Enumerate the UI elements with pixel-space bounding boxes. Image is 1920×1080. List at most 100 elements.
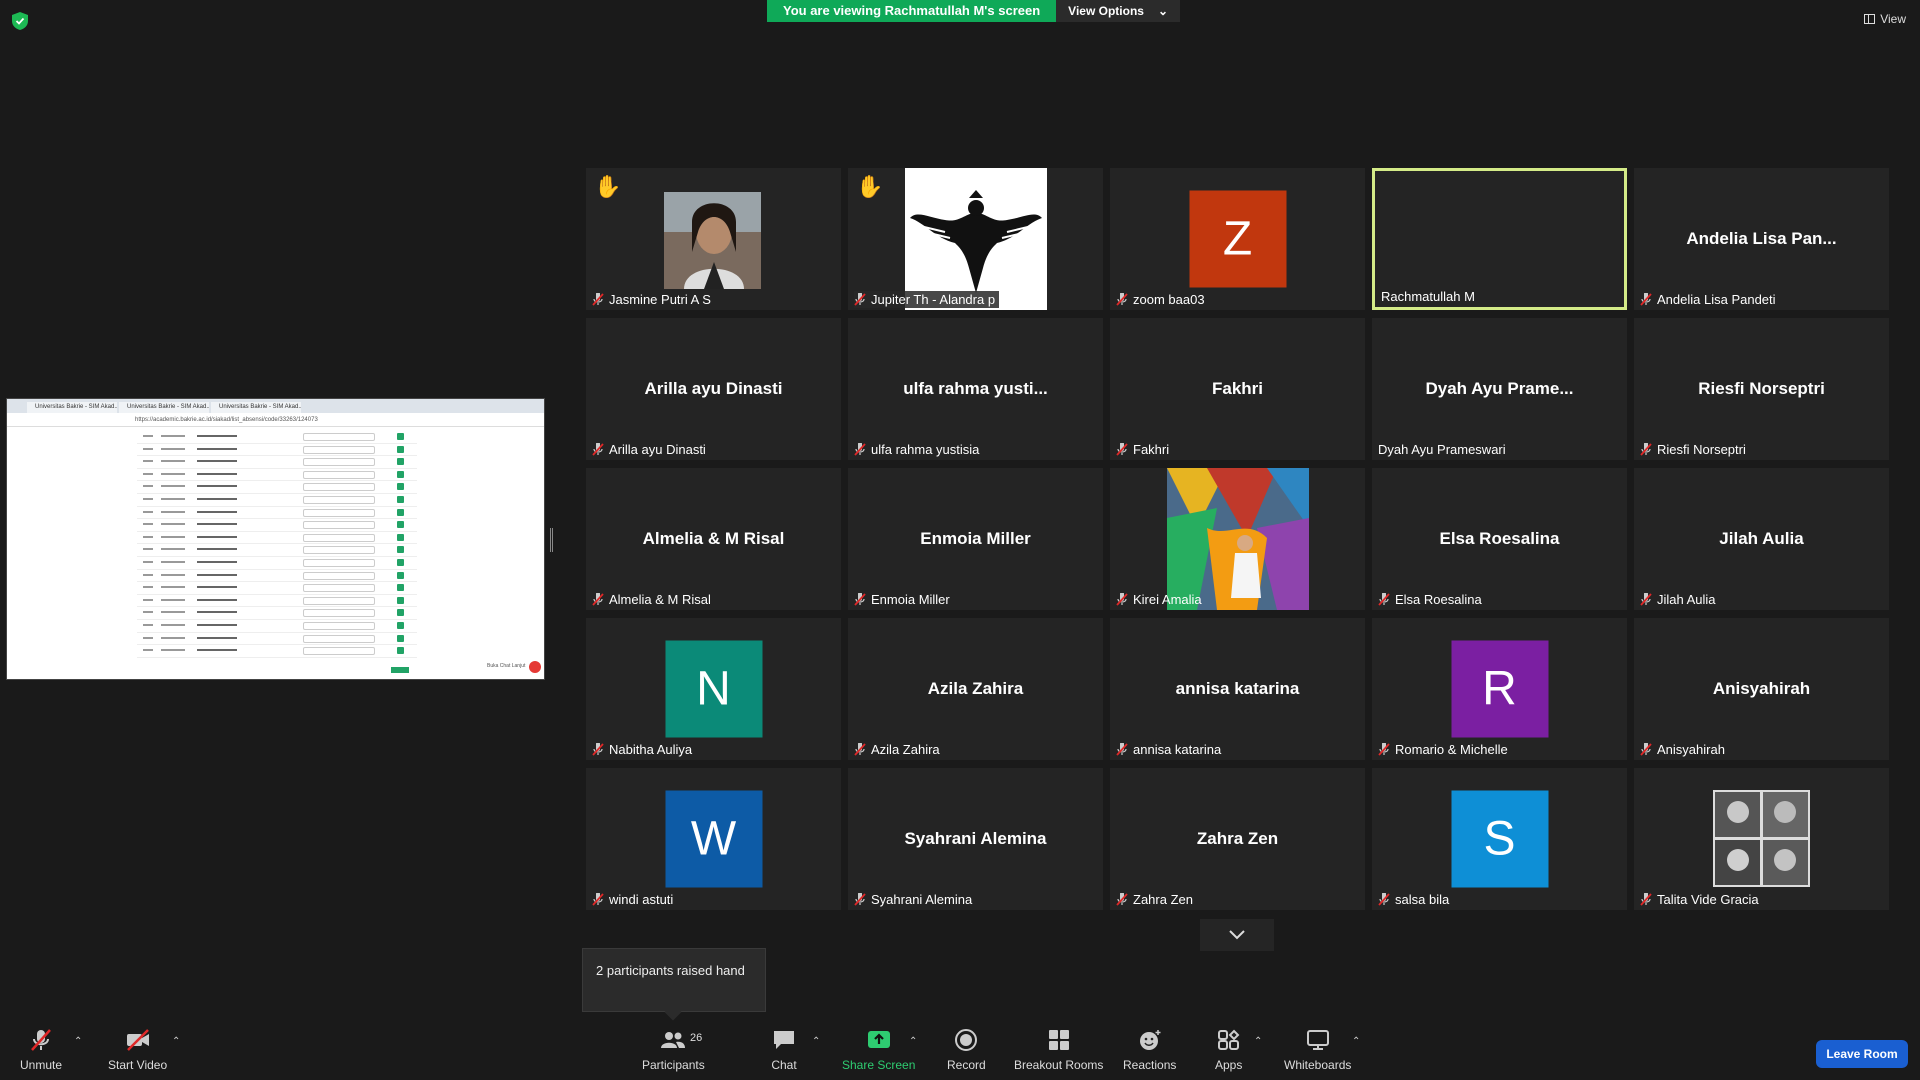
record-label: Record — [947, 1058, 986, 1072]
participant-name: Jasmine Putri A S — [609, 292, 711, 307]
participant-name: Azila Zahira — [871, 742, 940, 757]
participant-name: Jupiter Th - Alandra p — [871, 292, 996, 307]
whiteboards-button[interactable]: Whiteboards — [1284, 1028, 1351, 1072]
share-options-caret-icon[interactable]: ⌃ — [909, 1036, 917, 1047]
view-button[interactable]: View — [1864, 12, 1906, 26]
record-icon — [955, 1029, 978, 1051]
whiteboards-options-caret-icon[interactable]: ⌃ — [1352, 1036, 1360, 1047]
unmute-button[interactable]: Unmute — [20, 1028, 62, 1072]
participant-name-label: annisa katarina — [1116, 741, 1221, 758]
participant-avatar: R — [1451, 640, 1548, 738]
participant-tile[interactable]: N Nabitha Auliya — [586, 618, 841, 760]
grid-view-icon — [1864, 14, 1876, 24]
apps-button[interactable]: Apps — [1215, 1028, 1242, 1072]
resize-handle[interactable] — [550, 528, 553, 552]
chat-options-caret-icon[interactable]: ⌃ — [812, 1036, 820, 1047]
browser-tab[interactable]: Universitas Bakrie - SIM Akad... — [27, 402, 117, 413]
participant-tile[interactable]: R Romario & Michelle — [1372, 618, 1627, 760]
muted-mic-icon — [854, 443, 866, 456]
view-options-button[interactable]: View Options ⌄ — [1056, 0, 1181, 22]
start-video-button[interactable]: Start Video — [108, 1028, 167, 1072]
participant-tile[interactable]: Jilah Aulia Jilah Aulia — [1634, 468, 1889, 610]
meeting-toolbar: Unmute ⌃ Start Video ⌃ Participants 26 C… — [0, 1022, 1920, 1080]
participant-tile[interactable]: Anisyahirah Anisyahirah — [1634, 618, 1889, 760]
participant-photo — [664, 192, 761, 289]
next-page-button[interactable] — [1200, 919, 1274, 951]
participant-tile[interactable]: Elsa Roesalina Elsa Roesalina — [1372, 468, 1627, 610]
security-shield-icon[interactable] — [12, 12, 28, 30]
browser-tab-bar: Universitas Bakrie - SIM Akad... Univers… — [7, 399, 544, 413]
reactions-button[interactable]: Reactions — [1123, 1028, 1176, 1072]
participant-display-name: Riesfi Norseptri — [1698, 379, 1825, 398]
participant-tile[interactable]: Rachmatullah M — [1372, 168, 1627, 310]
participant-tile[interactable]: Zzoom baa03 — [1110, 168, 1365, 310]
participant-name-label: Dyah Ayu Prameswari — [1378, 441, 1506, 458]
record-button[interactable]: Record — [947, 1028, 986, 1072]
participant-tile[interactable]: Zahra Zen Zahra Zen — [1110, 768, 1365, 910]
table-row — [137, 582, 417, 595]
participant-tile[interactable]: Talita Vide Gracia — [1634, 768, 1889, 910]
browser-tab[interactable]: Universitas Bakrie - SIM Akad... — [211, 402, 301, 413]
participant-name: Fakhri — [1133, 442, 1170, 457]
participant-name: windi astuti — [609, 892, 674, 907]
chat-button[interactable]: Chat — [771, 1028, 797, 1072]
browser-url-bar[interactable]: https://academic.bakrie.ac.id/siakad/lis… — [7, 413, 544, 427]
leave-room-button[interactable]: Leave Room — [1816, 1040, 1908, 1068]
participant-tile[interactable]: Arilla ayu Dinasti Arilla ayu Dinasti — [586, 318, 841, 460]
participant-tile[interactable]: annisa katarina annisa katarina — [1110, 618, 1365, 760]
participant-tile[interactable]: Syahrani Alemina Syahrani Alemina — [848, 768, 1103, 910]
participant-name-label: Rachmatullah M — [1381, 288, 1475, 305]
participant-display-name: Jilah Aulia — [1719, 529, 1804, 548]
participant-tile[interactable]: Azila Zahira Azila Zahira — [848, 618, 1103, 760]
table-row — [137, 633, 417, 646]
participant-tile[interactable]: Almelia & M Risal Almelia & M Risal — [586, 468, 841, 610]
breakout-rooms-button[interactable]: Breakout Rooms — [1014, 1028, 1103, 1072]
participant-display-name: annisa katarina — [1175, 679, 1300, 698]
chat-bubble-icon[interactable] — [529, 661, 541, 673]
muted-mic-icon — [1116, 743, 1128, 756]
participant-tile[interactable]: Fakhri Fakhri — [1110, 318, 1365, 460]
participant-name: Arilla ayu Dinasti — [609, 442, 706, 457]
unmute-label: Unmute — [20, 1058, 63, 1072]
participant-tile[interactable]: ✋ Jasmine Putri A S — [586, 168, 841, 310]
participant-tile[interactable]: Dyah Ayu Prame... Dyah Ayu Prameswari — [1372, 318, 1627, 460]
participant-tile[interactable]: ✋ Jupiter Th - Alandra p — [848, 168, 1103, 310]
participant-name-label: Syahrani Alemina — [854, 891, 972, 908]
muted-mic-icon — [592, 443, 604, 456]
participant-tile[interactable]: Wwindi astuti — [586, 768, 841, 910]
participant-name-label: Jasmine Putri A S — [592, 291, 711, 308]
muted-mic-icon — [1378, 593, 1390, 606]
participant-display-name: Almelia & M Risal — [642, 529, 785, 548]
participant-tile[interactable]: Ssalsa bila — [1372, 768, 1627, 910]
apps-options-caret-icon[interactable]: ⌃ — [1254, 1036, 1262, 1047]
table-row — [137, 494, 417, 507]
participant-name: Andelia Lisa Pandeti — [1657, 292, 1776, 307]
chat-icon — [774, 1031, 794, 1049]
participant-name-label: Jupiter Th - Alandra p — [854, 291, 1000, 308]
audio-options-caret-icon[interactable]: ⌃ — [74, 1036, 82, 1047]
chat-link[interactable]: Buka Chat Lanjut — [487, 663, 525, 669]
leave-room-label: Leave Room — [1826, 1047, 1898, 1061]
participant-avatar: N — [665, 640, 762, 738]
participant-name-label: Almelia & M Risal — [592, 591, 711, 608]
participant-tile[interactable]: ulfa rahma yusti... ulfa rahma yustisia — [848, 318, 1103, 460]
participant-tile[interactable]: Enmoia Miller Enmoia Miller — [848, 468, 1103, 610]
participant-tile[interactable]: Kirei Amalia — [1110, 468, 1365, 610]
reactions-smiley-icon — [1139, 1030, 1161, 1050]
video-options-caret-icon[interactable]: ⌃ — [172, 1036, 180, 1047]
browser-tab[interactable]: Universitas Bakrie - SIM Akad... — [119, 402, 209, 413]
muted-mic-icon — [1116, 443, 1128, 456]
view-label: View — [1880, 12, 1906, 26]
shared-screen-view[interactable]: Universitas Bakrie - SIM Akad... Univers… — [6, 398, 545, 680]
muted-mic-icon — [592, 293, 604, 306]
muted-mic-icon — [1116, 893, 1128, 906]
muted-mic-icon — [1640, 443, 1652, 456]
participant-tile[interactable]: Riesfi Norseptri Riesfi Norseptri — [1634, 318, 1889, 460]
participant-tile[interactable]: Andelia Lisa Pan... Andelia Lisa Pandeti — [1634, 168, 1889, 310]
share-screen-button[interactable]: Share Screen — [842, 1028, 915, 1072]
participant-display-name: ulfa rahma yusti... — [903, 379, 1048, 398]
participant-name-label: zoom baa03 — [1116, 291, 1205, 308]
participant-name: Riesfi Norseptri — [1657, 442, 1746, 457]
save-button[interactable] — [391, 667, 409, 673]
participant-display-name: Anisyahirah — [1712, 679, 1811, 698]
